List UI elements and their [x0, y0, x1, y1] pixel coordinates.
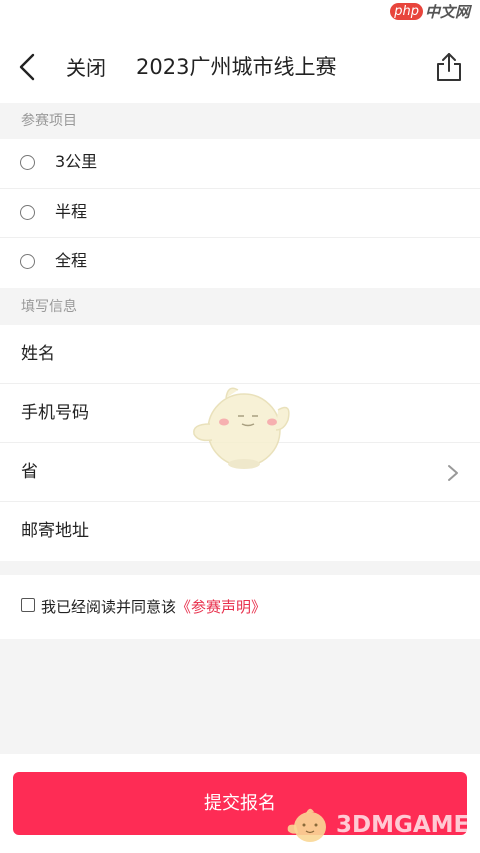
share-upload-icon: [437, 53, 461, 81]
radio-label: 半程: [55, 201, 88, 221]
back-button[interactable]: [12, 48, 42, 86]
agreement-link[interactable]: 《参赛声明》: [176, 598, 266, 616]
header-bar: php 中文网 关闭 2023广州城市线上赛: [0, 0, 480, 103]
agreement-checkbox[interactable]: [21, 598, 35, 612]
radio-option-half[interactable]: 半程: [0, 189, 480, 238]
mascot-small-icon: [287, 808, 326, 842]
name-field[interactable]: 姓名: [0, 325, 480, 384]
radio-label: 全程: [55, 251, 88, 270]
section-title-info: 填写信息: [0, 289, 480, 325]
registration-screen: php 中文网 关闭 2023广州城市线上赛 参赛项目 3公里 半程 全程 填写…: [0, 0, 480, 853]
event-radio-group: 3公里 半程 全程: [0, 139, 480, 288]
watermark-brand-text: 3DMGAME: [336, 812, 470, 838]
chevron-left-icon: [19, 53, 35, 81]
radio-circle-icon[interactable]: [20, 155, 35, 170]
agreement-text: 我已经阅读并同意该《参赛声明》: [41, 596, 266, 618]
address-field[interactable]: 邮寄地址: [0, 502, 480, 561]
3dmgame-watermark: 3DMGAME: [284, 800, 469, 850]
chevron-right-icon: [448, 465, 458, 481]
field-label: 姓名: [21, 344, 55, 364]
php-cn-watermark: php 中文网: [390, 0, 470, 22]
share-button[interactable]: [433, 50, 465, 84]
radio-option-full[interactable]: 全程: [0, 238, 480, 288]
watermark-php-text: php: [390, 2, 423, 20]
field-label: 邮寄地址: [21, 521, 89, 541]
watermark-cn-text: 中文网: [424, 2, 470, 21]
agreement-row: 我已经阅读并同意该《参赛声明》: [0, 575, 480, 639]
section-title-events: 参赛项目: [0, 103, 480, 139]
agreement-label: 我已经阅读并同意该: [41, 598, 177, 616]
field-label: 手机号码: [21, 403, 89, 423]
mascot-watermark-icon: [193, 387, 290, 469]
close-button[interactable]: 关闭: [66, 53, 106, 83]
radio-circle-icon[interactable]: [20, 204, 35, 220]
radio-label: 3公里: [55, 152, 98, 171]
page-title: 2023广州城市线上赛: [136, 55, 337, 79]
radio-option-3km[interactable]: 3公里: [0, 139, 480, 189]
radio-circle-icon[interactable]: [20, 254, 35, 269]
field-label: 省: [21, 462, 38, 482]
